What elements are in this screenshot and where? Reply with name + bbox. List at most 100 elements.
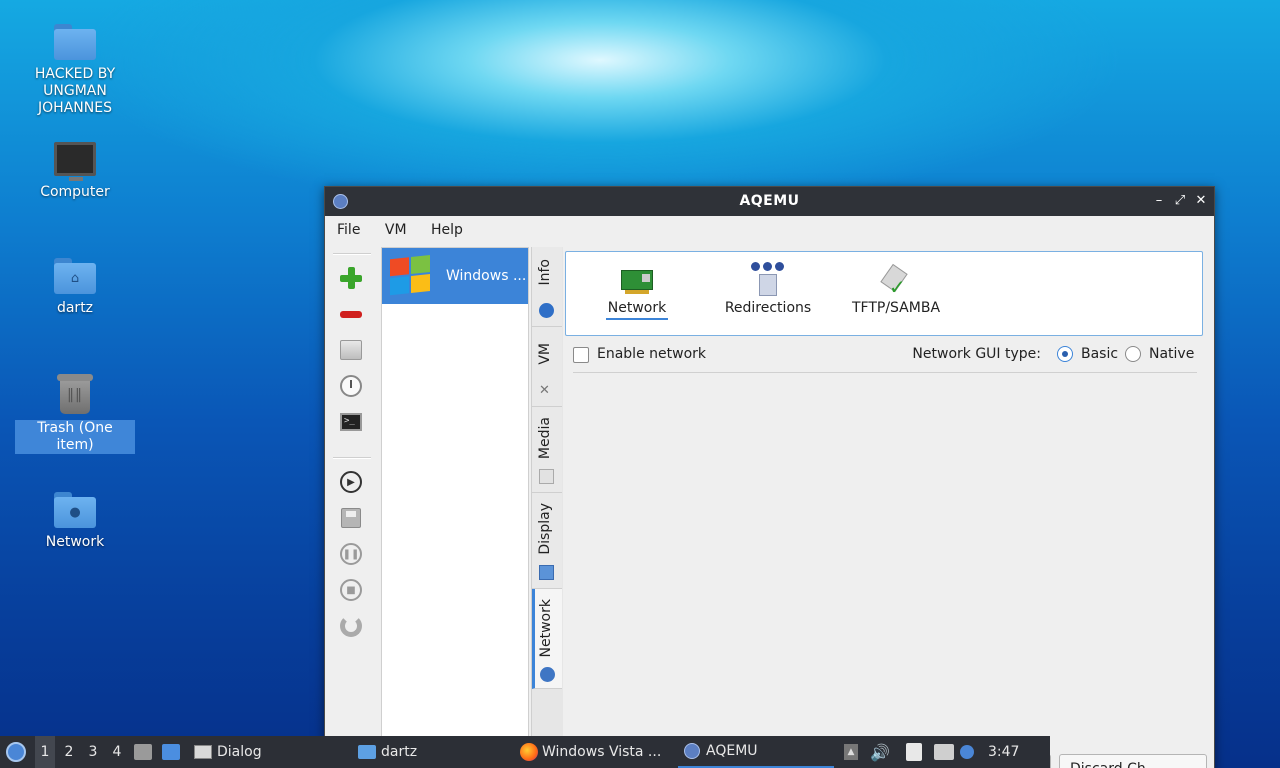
subtab-network-label: Network bbox=[605, 298, 669, 320]
menu-file[interactable]: File bbox=[331, 216, 366, 244]
desktop-icon-label: Trash (One item) bbox=[15, 420, 135, 454]
network-options-row: Enable network Network GUI type: Basic N… bbox=[573, 343, 1197, 373]
network-folder-icon: ● bbox=[54, 492, 96, 528]
tab-info[interactable]: Info bbox=[532, 247, 562, 327]
drive-icon bbox=[340, 340, 362, 360]
gui-type-native-radio[interactable] bbox=[1125, 346, 1141, 362]
task-aqemu[interactable]: AQEMU bbox=[678, 736, 834, 768]
subtab-redirections[interactable]: Redirections bbox=[718, 260, 818, 316]
network-card-icon bbox=[621, 270, 653, 294]
tftp-samba-icon: ✓ bbox=[880, 263, 911, 299]
computer-icon bbox=[54, 142, 96, 181]
volume-icon: 🔊 bbox=[870, 742, 890, 762]
desktop-icon-trash[interactable]: Trash (One item) bbox=[15, 374, 135, 454]
home-folder-icon: ⌂ bbox=[54, 258, 96, 294]
menu-help[interactable]: Help bbox=[425, 216, 469, 244]
desktop-icon-label: Network bbox=[45, 534, 105, 550]
network-subtabs: Network Redirections ✓ TFTP/SAMBA bbox=[565, 251, 1203, 336]
minimize-button[interactable]: – bbox=[1149, 191, 1169, 211]
reload-button[interactable] bbox=[337, 613, 365, 639]
subtab-tftp-samba[interactable]: ✓ TFTP/SAMBA bbox=[846, 260, 946, 316]
desktop-icon-hacked-folder[interactable]: HACKED BY UNGMAN JOHANNES bbox=[15, 24, 135, 117]
pause-icon: ❚❚ bbox=[340, 543, 362, 565]
remove-vm-button[interactable] bbox=[337, 301, 365, 327]
network-tray-button[interactable] bbox=[934, 736, 956, 768]
task-label: dartz bbox=[381, 744, 418, 760]
notifications-button[interactable] bbox=[960, 736, 982, 768]
desktop-icon bbox=[162, 744, 180, 760]
play-button[interactable]: ▶ bbox=[337, 469, 365, 495]
start-menu-button[interactable] bbox=[6, 736, 30, 768]
task-dialog[interactable]: Dialog bbox=[194, 736, 344, 768]
task-dartz[interactable]: dartz bbox=[358, 736, 508, 768]
vm-list-item[interactable]: Windows ... bbox=[382, 248, 528, 304]
reload-icon bbox=[340, 615, 362, 637]
play-icon: ▶ bbox=[340, 471, 362, 493]
save-icon bbox=[341, 508, 361, 528]
tab-vm[interactable]: VM ✕ bbox=[532, 327, 562, 407]
media-icon bbox=[539, 469, 554, 484]
workspace-1[interactable]: 1 bbox=[35, 736, 55, 768]
clipboard-button[interactable] bbox=[906, 736, 926, 768]
pause-button[interactable]: ❚❚ bbox=[337, 541, 365, 567]
menu-vm[interactable]: VM bbox=[379, 216, 413, 244]
save-state-button[interactable] bbox=[337, 505, 365, 531]
title-bar[interactable]: AQEMU – ⤢ ✕ bbox=[325, 187, 1214, 216]
aqemu-window: AQEMU – ⤢ ✕ File VM Help >_ ▶ ❚❚ ■ Windo… bbox=[324, 186, 1215, 768]
workspace-4[interactable]: 4 bbox=[107, 736, 127, 768]
info-icon bbox=[539, 303, 554, 318]
scroll-up-icon: ▲ bbox=[844, 744, 858, 760]
volume-button[interactable]: 🔊 bbox=[870, 736, 890, 768]
aqemu-icon bbox=[684, 743, 700, 759]
notification-icon bbox=[960, 745, 974, 759]
stop-icon: ■ bbox=[340, 579, 362, 601]
folder-icon bbox=[54, 24, 96, 60]
gui-type-basic-radio[interactable] bbox=[1057, 346, 1073, 362]
tab-info-label: Info bbox=[537, 259, 553, 286]
gui-type-basic-label: Basic bbox=[1081, 346, 1119, 362]
stop-button[interactable]: ■ bbox=[337, 577, 365, 603]
file-manager-launcher[interactable] bbox=[134, 736, 154, 768]
drive-button[interactable] bbox=[337, 337, 365, 363]
trash-icon bbox=[57, 374, 93, 414]
desktop-icon-label: Computer bbox=[40, 184, 110, 200]
tab-network[interactable]: Network bbox=[532, 589, 562, 689]
subtab-redirections-label: Redirections bbox=[724, 300, 812, 316]
firefox-icon bbox=[520, 743, 538, 761]
add-vm-icon bbox=[340, 267, 362, 289]
toolbar-separator bbox=[333, 457, 371, 459]
file-manager-icon bbox=[134, 744, 152, 760]
desktop-icon-computer[interactable]: Computer bbox=[15, 142, 135, 201]
enable-network-checkbox[interactable] bbox=[573, 347, 589, 363]
add-vm-button[interactable] bbox=[337, 265, 365, 291]
discard-changes-button[interactable]: Discard Ch... bbox=[1059, 754, 1207, 768]
terminal-button[interactable]: >_ bbox=[337, 409, 365, 435]
tray-scroll-button[interactable]: ▲ bbox=[844, 736, 860, 768]
network-panel: Network Redirections ✓ TFTP/SAMBA Enable… bbox=[565, 247, 1207, 768]
side-tabs: Info VM ✕ Media Display Network bbox=[531, 247, 563, 768]
show-desktop-button[interactable] bbox=[162, 736, 184, 768]
tools-icon: ✕ bbox=[539, 383, 550, 398]
folder-icon bbox=[358, 745, 376, 759]
workspace-2[interactable]: 2 bbox=[59, 736, 79, 768]
tab-display-label: Display bbox=[537, 503, 553, 555]
network-tray-icon bbox=[934, 744, 954, 760]
vm-toolbar: >_ ▶ ❚❚ ■ bbox=[329, 247, 375, 768]
workspace-3[interactable]: 3 bbox=[83, 736, 103, 768]
clock-icon bbox=[340, 375, 362, 397]
desktop-icon-dartz[interactable]: ⌂ dartz bbox=[15, 258, 135, 317]
tab-display[interactable]: Display bbox=[532, 493, 562, 589]
clock-button[interactable] bbox=[337, 373, 365, 399]
subtab-network[interactable]: Network bbox=[602, 260, 672, 320]
display-icon bbox=[539, 565, 554, 580]
clock[interactable]: 3:47 bbox=[988, 736, 1028, 768]
desktop-icon-label: dartz bbox=[56, 300, 94, 316]
task-windows-vista[interactable]: Windows Vista ... bbox=[520, 736, 670, 768]
taskbar: 1 2 3 4 Dialog dartz Windows Vista ... A… bbox=[0, 736, 1050, 768]
remove-vm-icon bbox=[340, 310, 362, 318]
terminal-icon: >_ bbox=[340, 413, 362, 431]
desktop-icon-network[interactable]: ● Network bbox=[15, 492, 135, 551]
restore-button[interactable]: ⤢ bbox=[1170, 191, 1190, 211]
close-button[interactable]: ✕ bbox=[1191, 191, 1211, 211]
tab-media[interactable]: Media bbox=[532, 407, 562, 493]
